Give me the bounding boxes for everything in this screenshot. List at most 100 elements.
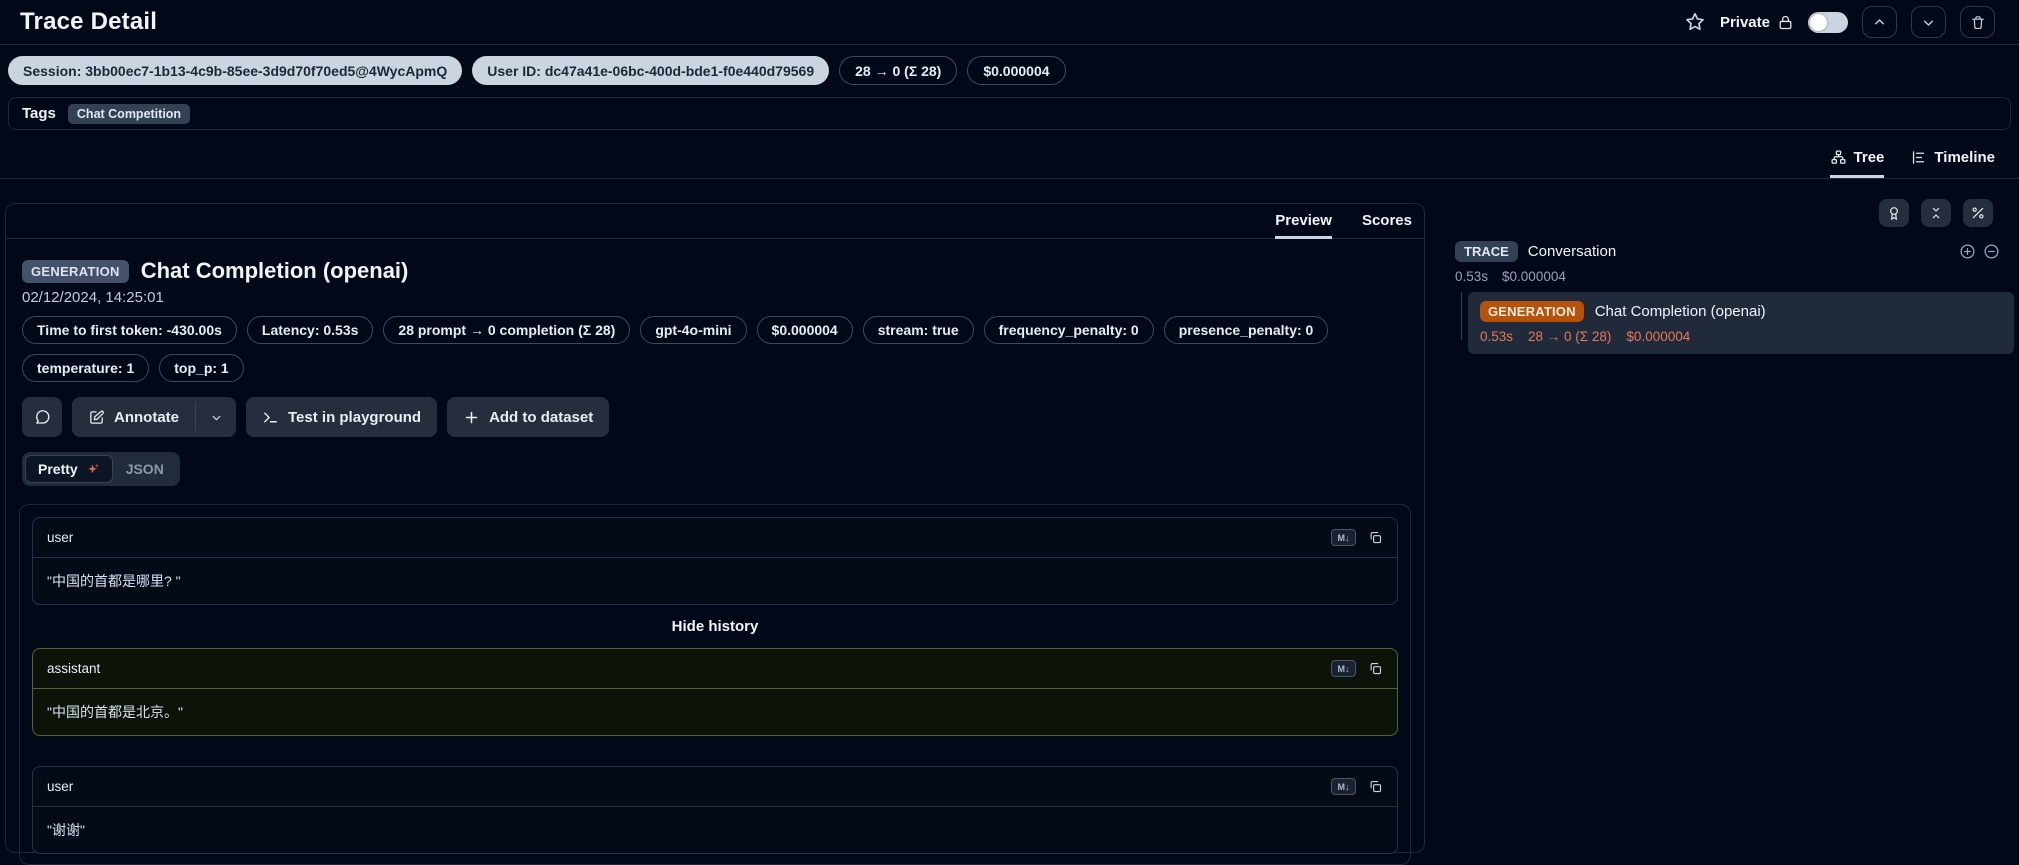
trace-id-badges: Session: 3bb00ec7-1b13-4c9b-85ee-3d9d70f…	[0, 45, 2019, 95]
badge-cost: $0.000004	[757, 316, 853, 344]
test-in-playground-button[interactable]: Test in playground	[246, 397, 437, 437]
message-header: user M↓	[33, 767, 1397, 807]
tab-preview[interactable]: Preview	[1275, 204, 1332, 239]
trace-type-badge: TRACE	[1455, 241, 1518, 262]
user-id-badge[interactable]: User ID: dc47a41e-06bc-400d-bde1-f0e440d…	[472, 56, 829, 85]
metrics-toggle-button[interactable]	[1963, 199, 1993, 227]
collapse-all-button[interactable]	[1921, 199, 1951, 227]
chevron-down-icon	[210, 411, 223, 424]
award-icon	[1886, 205, 1902, 221]
generation-type-badge: GENERATION	[1480, 301, 1584, 322]
observation-timestamp: 02/12/2024, 14:25:01	[22, 289, 1408, 306]
generation-tree-row[interactable]: GENERATION Chat Completion (openai) 0.53…	[1468, 292, 2014, 354]
page-header: Trace Detail Private	[0, 0, 2019, 45]
message-header: assistant M↓	[33, 649, 1397, 689]
message-card-assistant: assistant M↓ "中国的首都是北京。"	[32, 648, 1398, 736]
hide-history-button[interactable]: Hide history	[32, 618, 1398, 635]
generation-cost: $0.000004	[1626, 329, 1690, 344]
trace-tree-panel: TRACE Conversation 0.53s $0.000004 GENER…	[1440, 199, 2019, 825]
trash-icon	[1970, 14, 1986, 31]
message-role: assistant	[47, 661, 100, 676]
tags-label: Tags	[22, 105, 56, 122]
format-pretty-button[interactable]: Pretty	[25, 455, 113, 483]
annotate-dropdown-button[interactable]	[196, 397, 236, 437]
message-role: user	[47, 530, 73, 545]
privacy-text: Private	[1720, 14, 1770, 31]
generation-tokens: 28 → 0 (Σ 28)	[1528, 329, 1611, 344]
messages-container: user M↓ "中国的首都是哪里? " Hide history assist…	[19, 504, 1411, 865]
cost-badge: $0.000004	[967, 56, 1065, 85]
format-json-button[interactable]: JSON	[113, 455, 177, 483]
minus-circle-icon[interactable]	[1983, 243, 2000, 260]
pretty-label: Pretty	[38, 461, 78, 477]
tree-connector-line	[1461, 292, 1462, 340]
star-icon[interactable]	[1684, 11, 1706, 33]
token-usage-badge: 28 → 0 (Σ 28)	[839, 56, 957, 85]
badge-top-p: top_p: 1	[159, 354, 243, 382]
view-mode-tabs: Tree Timeline	[0, 130, 2019, 179]
lock-icon	[1777, 14, 1794, 31]
session-badge[interactable]: Session: 3bb00ec7-1b13-4c9b-85ee-3d9d70f…	[8, 56, 462, 85]
trace-metrics: 0.53s $0.000004	[1455, 269, 2019, 284]
observation-metric-badges: Time to first token: -430.00s Latency: 0…	[22, 316, 1402, 382]
trace-detail-page: { "page": { "title": "Trace Detail" }, "…	[0, 0, 2019, 825]
tree-toolbar	[1440, 199, 2019, 227]
trace-title: Conversation	[1528, 243, 1616, 260]
observation-header: GENERATION Chat Completion (openai) 02/1…	[6, 239, 1424, 382]
tab-timeline[interactable]: Timeline	[1910, 149, 1995, 178]
terminal-icon	[262, 409, 279, 426]
tree-icon	[1830, 149, 1847, 166]
annotate-button[interactable]: Annotate	[72, 397, 195, 437]
tags-container: Tags Chat Competition	[8, 97, 2011, 130]
message-content: "谢谢"	[33, 807, 1397, 853]
scores-toggle-button[interactable]	[1879, 199, 1909, 227]
trace-cost: $0.000004	[1502, 269, 1566, 284]
markdown-toggle-icon[interactable]: M↓	[1331, 529, 1356, 546]
markdown-toggle-icon[interactable]: M↓	[1331, 778, 1356, 795]
badge-presence-penalty: presence_penalty: 0	[1164, 316, 1329, 344]
badge-frequency-penalty: frequency_penalty: 0	[984, 316, 1154, 344]
message-card-user-1: user M↓ "中国的首都是哪里? "	[32, 517, 1398, 605]
chevron-up-icon	[1872, 15, 1887, 30]
copy-icon[interactable]	[1368, 530, 1383, 545]
test-in-playground-label: Test in playground	[288, 409, 421, 426]
add-to-dataset-button[interactable]: Add to dataset	[447, 397, 609, 437]
annotate-label: Annotate	[114, 409, 179, 426]
badge-model: gpt-4o-mini	[640, 316, 746, 344]
comments-button[interactable]	[22, 397, 62, 437]
markdown-toggle-icon[interactable]: M↓	[1331, 660, 1356, 677]
badge-time-to-first-token: Time to first token: -430.00s	[22, 316, 237, 344]
privacy-toggle[interactable]	[1808, 12, 1848, 33]
chevron-down-icon	[1921, 15, 1936, 30]
badge-token-usage: 28 prompt → 0 completion (Σ 28)	[383, 316, 630, 344]
badge-latency: Latency: 0.53s	[247, 316, 374, 344]
annotate-split-button: Annotate	[72, 397, 236, 437]
tree-children: GENERATION Chat Completion (openai) 0.53…	[1440, 292, 2019, 354]
toggle-knob	[1810, 14, 1827, 31]
message-content: "中国的首都是北京。"	[33, 689, 1397, 735]
privacy-label: Private	[1720, 14, 1794, 31]
plus-circle-icon[interactable]	[1959, 243, 1976, 260]
add-to-dataset-label: Add to dataset	[489, 409, 593, 426]
previous-trace-button[interactable]	[1862, 6, 1897, 38]
observation-type-badge: GENERATION	[22, 260, 129, 283]
copy-icon[interactable]	[1368, 779, 1383, 794]
tag-chip[interactable]: Chat Competition	[68, 104, 190, 124]
next-trace-button[interactable]	[1911, 6, 1946, 38]
tab-tree-label: Tree	[1854, 149, 1885, 166]
tab-tree[interactable]: Tree	[1830, 149, 1885, 178]
percent-icon	[1970, 205, 1986, 221]
timeline-icon	[1910, 149, 1927, 166]
trace-tree-root-row[interactable]: TRACE Conversation	[1455, 241, 2000, 262]
copy-icon[interactable]	[1368, 661, 1383, 676]
badge-temperature: temperature: 1	[22, 354, 149, 382]
header-actions: Private	[1684, 6, 1995, 38]
delete-trace-button[interactable]	[1960, 6, 1995, 38]
observation-detail-panel: Preview Scores GENERATION Chat Completio…	[5, 203, 1425, 853]
format-toggle: Pretty JSON	[22, 452, 180, 486]
plus-icon	[463, 409, 480, 426]
tab-scores[interactable]: Scores	[1362, 204, 1412, 239]
observation-actions: Annotate Test in playground Add to datas…	[22, 397, 1408, 437]
sparkles-icon	[85, 462, 100, 477]
detail-tabs: Preview Scores	[6, 204, 1424, 239]
